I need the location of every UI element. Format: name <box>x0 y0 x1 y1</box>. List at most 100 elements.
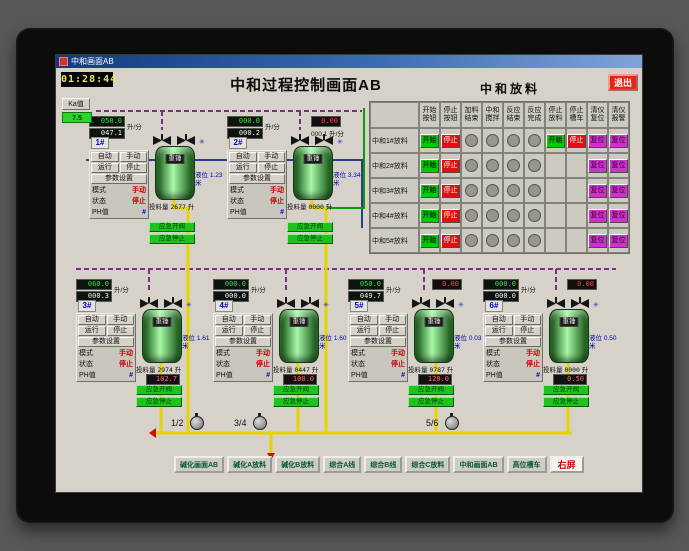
emergency-open-button[interactable]: 应急开阀 <box>408 385 454 395</box>
start-button[interactable]: 开始 <box>420 208 439 223</box>
start-button[interactable]: 开始 <box>420 183 439 198</box>
exit-button[interactable]: 退出 <box>608 74 638 91</box>
level-label: 液位 <box>454 335 467 342</box>
nav-button-0[interactable]: 碱化画面AB <box>174 456 225 473</box>
reset-button[interactable]: 复位 <box>609 233 628 248</box>
table-cell: 复位 <box>608 178 629 203</box>
params-button[interactable]: 参数设置 <box>91 174 147 184</box>
stop-button[interactable]: 停止 <box>243 326 271 336</box>
manual-button[interactable]: 手动 <box>257 152 285 162</box>
nav-button-1[interactable]: 碱化A放料 <box>227 456 273 473</box>
run-button[interactable]: 运行 <box>229 163 257 173</box>
table-cell <box>461 128 482 153</box>
run-button[interactable]: 运行 <box>78 326 106 336</box>
nav-button-4[interactable]: 综合B线 <box>364 456 403 473</box>
stop-button[interactable]: 停止 <box>441 208 460 223</box>
nav-button-3[interactable]: 综合A线 <box>323 456 362 473</box>
manual-button[interactable]: 手动 <box>106 315 134 325</box>
table-column-header: 中和搅拌 <box>482 102 503 128</box>
params-button[interactable]: 参数设置 <box>350 337 406 347</box>
emergency-open-button[interactable]: 应急开阀 <box>149 222 195 232</box>
start-button[interactable]: 开始 <box>546 133 565 148</box>
start-button[interactable]: 开始 <box>420 158 439 173</box>
emergency-stop-button[interactable]: 应急停止 <box>136 397 182 407</box>
params-button[interactable]: 参数设置 <box>78 337 134 347</box>
stop-button[interactable]: 停止 <box>567 133 586 148</box>
emergency-stop-button[interactable]: 应急停止 <box>408 397 454 407</box>
emergency-stop-button[interactable]: 应急停止 <box>543 397 589 407</box>
aux-flow-display: 0.00 升/分 <box>432 279 462 290</box>
emergency-stop-button[interactable]: 应急停止 <box>149 234 195 244</box>
level-readout: 液位 1.61 米 <box>182 335 214 351</box>
reset-button[interactable]: 复位 <box>588 133 607 148</box>
ka-button[interactable]: Ka值 <box>62 98 90 110</box>
emergency-stop-button[interactable]: 应急停止 <box>273 397 319 407</box>
table-cell <box>461 153 482 178</box>
emergency-open-button[interactable]: 应急开阀 <box>287 222 333 232</box>
nav-button-2[interactable]: 碱化B放料 <box>275 456 321 473</box>
start-button[interactable]: 开始 <box>420 233 439 248</box>
reset-button[interactable]: 复位 <box>588 158 607 173</box>
auto-button[interactable]: 自动 <box>350 315 378 325</box>
manual-button[interactable]: 手动 <box>513 315 541 325</box>
emergency-open-button[interactable]: 应急开阀 <box>543 385 589 395</box>
emergency-open-button[interactable]: 应急开阀 <box>136 385 182 395</box>
run-button[interactable]: 运行 <box>215 326 243 336</box>
run-button[interactable]: 运行 <box>485 326 513 336</box>
params-button[interactable]: 参数设置 <box>215 337 271 347</box>
params-button[interactable]: 参数设置 <box>485 337 541 347</box>
stop-button[interactable]: 停止 <box>441 233 460 248</box>
level-unit-label: 米 <box>589 343 596 350</box>
stop-button[interactable]: 停止 <box>257 163 285 173</box>
state-row: 状态 停止 <box>78 359 134 369</box>
valve-icon <box>291 134 333 145</box>
level-readout: 液位 0.03 米 <box>454 335 486 351</box>
nav-button-7[interactable]: 高位槽车 <box>506 456 547 473</box>
reset-button[interactable]: 复位 <box>588 208 607 223</box>
table-cell: 复位 <box>608 153 629 178</box>
table-cell: 停止 <box>440 228 461 253</box>
reset-button[interactable]: 复位 <box>609 183 628 198</box>
start-button[interactable]: 开始 <box>420 133 439 148</box>
stop-button[interactable]: 停止 <box>513 326 541 336</box>
auto-button[interactable]: 自动 <box>229 152 257 162</box>
run-button[interactable]: 运行 <box>350 326 378 336</box>
status-indicator <box>528 184 541 197</box>
manual-button[interactable]: 手动 <box>243 315 271 325</box>
reset-button[interactable]: 复位 <box>588 183 607 198</box>
table-cell: 开始 <box>419 128 440 153</box>
auto-button[interactable]: 自动 <box>215 315 243 325</box>
auto-button[interactable]: 自动 <box>485 315 513 325</box>
stop-button[interactable]: 停止 <box>378 326 406 336</box>
valve-icon <box>277 297 319 308</box>
stop-button[interactable]: 停止 <box>441 133 460 148</box>
emergency-open-button[interactable]: 应急开阀 <box>273 385 319 395</box>
state-row: 状态 停止 <box>91 196 147 206</box>
window-titlebar: 中和画面AB <box>56 55 642 68</box>
nav-button-5[interactable]: 综合C放料 <box>405 456 451 473</box>
manual-button[interactable]: 手动 <box>119 152 147 162</box>
tank-gauge-tag: 重锤 <box>289 317 309 327</box>
run-button[interactable]: 运行 <box>91 163 119 173</box>
state-row: 状态 停止 <box>350 359 406 369</box>
stop-button[interactable]: 停止 <box>441 183 460 198</box>
emergency-stop-button[interactable]: 应急停止 <box>287 234 333 244</box>
flow-unit-label: 升/分 <box>521 287 536 294</box>
ph-row: PH值 # <box>78 370 134 380</box>
ph-value: # <box>129 371 133 379</box>
nav-button-8[interactable]: 右屏 <box>549 456 584 473</box>
reset-button[interactable]: 复位 <box>609 158 628 173</box>
auto-button[interactable]: 自动 <box>91 152 119 162</box>
stop-button[interactable]: 停止 <box>119 163 147 173</box>
reset-button[interactable]: 复位 <box>609 133 628 148</box>
manual-button[interactable]: 手动 <box>378 315 406 325</box>
table-cell <box>524 128 545 153</box>
stop-button[interactable]: 停止 <box>441 158 460 173</box>
reset-button[interactable]: 复位 <box>588 233 607 248</box>
stop-button[interactable]: 停止 <box>106 326 134 336</box>
nav-button-6[interactable]: 中和画面AB <box>453 456 504 473</box>
auto-button[interactable]: 自动 <box>78 315 106 325</box>
state-value: 停止 <box>256 361 270 368</box>
reset-button[interactable]: 复位 <box>609 208 628 223</box>
params-button[interactable]: 参数设置 <box>229 174 285 184</box>
